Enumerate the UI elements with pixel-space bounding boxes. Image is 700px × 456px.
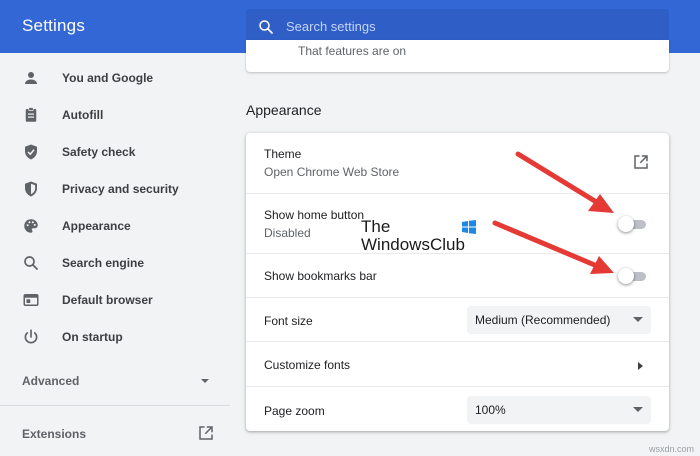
sidebar-item-label: Appearance: [62, 219, 131, 233]
previous-settings-card: That features are on: [246, 40, 669, 72]
bookmarks-bar-title: Show bookmarks bar: [264, 269, 377, 283]
sidebar-item-appearance[interactable]: Appearance: [0, 208, 230, 245]
sidebar-item-extensions[interactable]: Extensions: [0, 418, 230, 448]
cut-off-text: That features are on: [298, 44, 407, 58]
shield-check-icon: [25, 144, 37, 160]
power-icon: [24, 329, 38, 344]
sidebar: You and Google Autofill Safety check Pri…: [0, 53, 230, 456]
customize-fonts-title: Customize fonts: [264, 358, 351, 372]
sidebar-item-safety-check[interactable]: Safety check: [0, 134, 230, 171]
sidebar-item-default-browser[interactable]: Default browser: [0, 282, 230, 319]
watermark-line2: WindowsClub: [361, 235, 465, 254]
sidebar-item-label: On startup: [62, 330, 123, 344]
appearance-card: Theme Open Chrome Web Store Show home bu…: [246, 133, 669, 431]
sidebar-item-autofill[interactable]: Autofill: [0, 97, 230, 134]
caret-down-icon: [633, 317, 643, 322]
theme-subtitle: Open Chrome Web Store: [264, 165, 400, 179]
toggle-knob: [618, 268, 634, 284]
sidebar-item-label: Privacy and security: [62, 182, 179, 196]
search-icon: [259, 20, 273, 34]
windows-logo-icon: [462, 220, 476, 234]
extensions-label: Extensions: [22, 427, 87, 441]
clipboard-icon: [25, 107, 37, 122]
home-button-subtitle: Disabled: [264, 226, 311, 240]
sidebar-item-you-and-google[interactable]: You and Google: [0, 60, 230, 97]
app-title: Settings: [22, 16, 86, 35]
caret-down-icon: [633, 407, 643, 412]
font-size-select[interactable]: Medium (Recommended): [467, 306, 651, 334]
font-size-title: Font size: [264, 314, 313, 328]
search-input[interactable]: [286, 9, 656, 44]
sidebar-item-label: Default browser: [62, 293, 153, 307]
sidebar-item-label: You and Google: [62, 71, 154, 85]
customize-fonts-row[interactable]: Customize fonts: [246, 341, 669, 386]
caret-down-icon: [201, 379, 209, 383]
search-icon: [24, 256, 38, 270]
open-in-new-icon[interactable]: [632, 153, 650, 171]
search-box[interactable]: [246, 9, 669, 44]
section-title-appearance: Appearance: [246, 102, 322, 118]
browser-icon: [23, 294, 39, 306]
watermark-line1: The: [361, 217, 391, 236]
bookmarks-bar-toggle[interactable]: [618, 267, 648, 285]
open-in-new-icon: [199, 426, 213, 440]
watermark-logo: The WindowsClub: [361, 217, 483, 259]
palette-icon: [24, 219, 38, 233]
bookmarks-bar-row: Show bookmarks bar: [246, 253, 669, 297]
shield-icon: [25, 181, 37, 197]
sidebar-divider: [0, 405, 230, 406]
page-zoom-value: 100%: [475, 403, 506, 417]
advanced-label: Advanced: [22, 374, 80, 388]
font-size-value: Medium (Recommended): [475, 313, 611, 327]
sidebar-item-privacy-and-security[interactable]: Privacy and security: [0, 171, 230, 208]
home-button-toggle[interactable]: [618, 215, 648, 233]
sidebar-item-label: Search engine: [62, 256, 145, 270]
font-size-row: Font size Medium (Recommended): [246, 297, 669, 341]
sidebar-item-on-startup[interactable]: On startup: [0, 319, 230, 356]
theme-row[interactable]: Theme Open Chrome Web Store: [246, 133, 669, 193]
page-zoom-select[interactable]: 100%: [467, 396, 651, 424]
theme-title: Theme: [264, 147, 302, 161]
home-button-title: Show home button: [264, 208, 365, 222]
sidebar-item-label: Safety check: [62, 145, 136, 159]
advanced-toggle[interactable]: Advanced: [0, 365, 230, 395]
page-zoom-row: Page zoom 100%: [246, 386, 669, 431]
toggle-knob: [618, 216, 634, 232]
sidebar-item-label: Autofill: [62, 108, 104, 122]
person-icon: [25, 72, 37, 84]
page-zoom-title: Page zoom: [264, 404, 325, 418]
chevron-right-icon: [638, 362, 643, 370]
sidebar-item-search-engine[interactable]: Search engine: [0, 245, 230, 282]
footer-credit: wsxdn.com: [648, 444, 694, 454]
